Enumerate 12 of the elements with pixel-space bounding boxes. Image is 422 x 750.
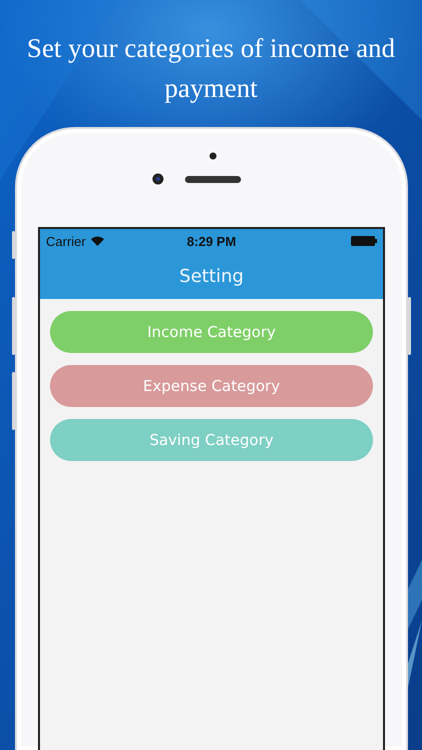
battery-icon [351, 236, 377, 246]
headline: Set your categories of income and payment [26, 32, 396, 105]
category-button[interactable]: Expense Category [50, 365, 373, 407]
sensor-dot-icon [209, 152, 217, 160]
carrier-label: Carrier [46, 234, 86, 248]
camera-icon [152, 173, 164, 185]
nav-title: Setting [179, 266, 244, 286]
category-button[interactable]: Income Category [50, 311, 373, 353]
category-button[interactable]: Saving Category [50, 419, 373, 461]
status-time: 8:29 PM [186, 234, 236, 248]
speaker-icon [185, 176, 241, 183]
wifi-icon [90, 236, 104, 246]
